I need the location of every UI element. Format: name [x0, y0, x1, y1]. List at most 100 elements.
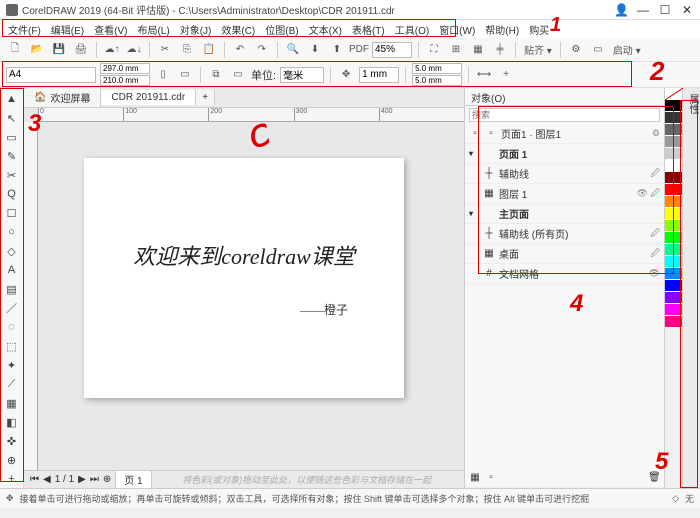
minimize-button[interactable]: — — [636, 3, 650, 17]
first-page-icon[interactable]: ⏮ — [30, 474, 39, 485]
object-item-4[interactable]: ┼辅助线 (所有页)🖉 — [465, 224, 664, 244]
tool-7[interactable]: ○ — [2, 223, 22, 241]
menu-table[interactable]: 表格(T) — [348, 22, 389, 37]
zoom-input[interactable] — [372, 42, 412, 58]
add-tab-button[interactable]: + — [196, 90, 215, 105]
color-swatch-10[interactable] — [665, 220, 682, 232]
unit-select[interactable] — [280, 67, 324, 83]
objects-search-input[interactable] — [469, 108, 660, 122]
menu-view[interactable]: 查看(V) — [90, 22, 131, 37]
open-icon[interactable]: 📂 — [28, 41, 46, 59]
color-swatch-5[interactable] — [665, 160, 682, 172]
treat-as-icon[interactable]: ⟷ — [475, 66, 493, 84]
item-status-icons[interactable]: 👁 — [649, 268, 660, 279]
color-swatch-7[interactable] — [665, 184, 682, 196]
paste-icon[interactable]: 📋 — [200, 41, 218, 59]
redo-icon[interactable]: ↷ — [253, 41, 271, 59]
tab-document[interactable]: CDR 201911.cdr — [101, 90, 196, 105]
delete-icon[interactable]: 🗑 — [648, 472, 660, 483]
color-swatch-12[interactable] — [665, 244, 682, 256]
tool-10[interactable]: ▤ — [2, 280, 22, 298]
pdf-icon[interactable]: PDF — [350, 41, 368, 59]
add-preset-icon[interactable]: + — [497, 66, 515, 84]
color-swatch-15[interactable] — [665, 280, 682, 292]
rulers-icon[interactable]: ⊞ — [447, 41, 465, 59]
tool-2[interactable]: ▭ — [2, 128, 22, 146]
gear-icon[interactable]: ⚙ — [652, 128, 660, 139]
color-swatch-16[interactable] — [665, 292, 682, 304]
color-swatch-11[interactable] — [665, 232, 682, 244]
add-page-icon[interactable]: ⊕ — [103, 474, 111, 485]
all-pages-icon[interactable]: ⧉ — [207, 66, 225, 84]
color-swatch-0[interactable] — [665, 100, 682, 112]
print-icon[interactable]: 🖨 — [72, 41, 90, 59]
color-swatch-1[interactable] — [665, 112, 682, 124]
object-item-5[interactable]: ▦桌面🖉 — [465, 244, 664, 264]
tool-3[interactable]: ✎ — [2, 147, 22, 165]
tool-9[interactable]: A — [2, 261, 22, 279]
canvas[interactable]: 0100200300400 欢迎来到coreldraw课堂 ——橙子 — [24, 108, 464, 470]
tool-12[interactable]: ◌ — [2, 318, 22, 336]
snap-dropdown[interactable]: 贴齐 ▾ — [522, 42, 554, 57]
nudge-input[interactable] — [359, 67, 399, 83]
item-status-icons[interactable]: 👁 🖉 — [636, 186, 660, 202]
close-button[interactable]: ✕ — [680, 3, 694, 17]
menu-text[interactable]: 文本(X) — [305, 22, 346, 37]
import-icon[interactable]: ⬇ — [306, 41, 324, 59]
menu-window[interactable]: 窗口(W) — [435, 22, 479, 37]
tool-14[interactable]: ✦ — [2, 356, 22, 374]
object-item-3[interactable]: ▾主页面 — [465, 204, 664, 224]
dup-y-input[interactable] — [412, 75, 462, 86]
maximize-button[interactable]: ☐ — [658, 3, 672, 17]
color-swatch-8[interactable] — [665, 196, 682, 208]
new-master-icon[interactable]: ▫ — [485, 472, 497, 483]
dup-x-input[interactable] — [412, 63, 462, 74]
docker-tab-properties[interactable]: 属性 — [687, 94, 698, 114]
tool-11[interactable]: ／ — [2, 299, 22, 317]
page-height-input[interactable] — [100, 75, 150, 86]
launch-dropdown[interactable]: 启动 ▾ — [611, 42, 643, 57]
layout-icon[interactable]: ▭ — [589, 41, 607, 59]
tab-welcome[interactable]: 🏠 欢迎屏幕 — [24, 88, 101, 107]
color-swatch-18[interactable] — [665, 316, 682, 328]
cloud-up-icon[interactable]: ☁↑ — [103, 41, 121, 59]
next-page-icon[interactable]: ▶ — [78, 474, 86, 485]
menu-tools[interactable]: 工具(O) — [391, 22, 433, 37]
search-icon[interactable]: 🔍 — [284, 41, 302, 59]
tool-17[interactable]: ◧ — [2, 413, 22, 431]
page-tab[interactable]: 页 1 — [115, 470, 151, 489]
cloud-down-icon[interactable]: ☁↓ — [125, 41, 143, 59]
color-swatch-14[interactable] — [665, 268, 682, 280]
item-status-icons[interactable]: 🖉 — [650, 166, 660, 182]
menu-help[interactable]: 帮助(H) — [481, 22, 523, 37]
color-swatch-6[interactable] — [665, 172, 682, 184]
no-fill-swatch[interactable] — [665, 88, 682, 100]
object-item-0[interactable]: ▾页面 1 — [465, 144, 664, 164]
tool-13[interactable]: ⬚ — [2, 337, 22, 355]
tool-18[interactable]: ✜ — [2, 432, 22, 450]
tool-15[interactable]: ⟋ — [2, 375, 22, 393]
current-page-icon[interactable]: ▭ — [229, 66, 247, 84]
tool-6[interactable]: ☐ — [2, 204, 22, 222]
item-status-icons[interactable]: 🖉 — [650, 226, 660, 242]
new-layer-icon[interactable]: ▦ — [469, 472, 481, 483]
docker-tabs[interactable]: 属性 — [682, 88, 700, 488]
menu-file[interactable]: 文件(F) — [4, 22, 45, 37]
page-width-input[interactable] — [100, 63, 150, 74]
color-swatch-3[interactable] — [665, 136, 682, 148]
landscape-icon[interactable]: ▭ — [176, 66, 194, 84]
new-icon[interactable]: 🗋 — [6, 41, 24, 59]
user-icon[interactable]: 👤 — [614, 3, 628, 17]
object-item-2[interactable]: ▦图层 1👁 🖉 — [465, 184, 664, 204]
prev-page-icon[interactable]: ◀ — [43, 474, 51, 485]
color-swatch-4[interactable] — [665, 148, 682, 160]
color-swatch-13[interactable] — [665, 256, 682, 268]
export-icon[interactable]: ⬆ — [328, 41, 346, 59]
tool-16[interactable]: ▦ — [2, 394, 22, 412]
tool-4[interactable]: ✂ — [2, 166, 22, 184]
item-status-icons[interactable]: 🖉 — [650, 246, 660, 262]
menu-effects[interactable]: 效果(C) — [217, 22, 259, 37]
paper-size-select[interactable] — [6, 67, 96, 83]
expand-icon[interactable]: ▾ — [469, 149, 479, 158]
object-item-1[interactable]: ┼辅助线🖉 — [465, 164, 664, 184]
